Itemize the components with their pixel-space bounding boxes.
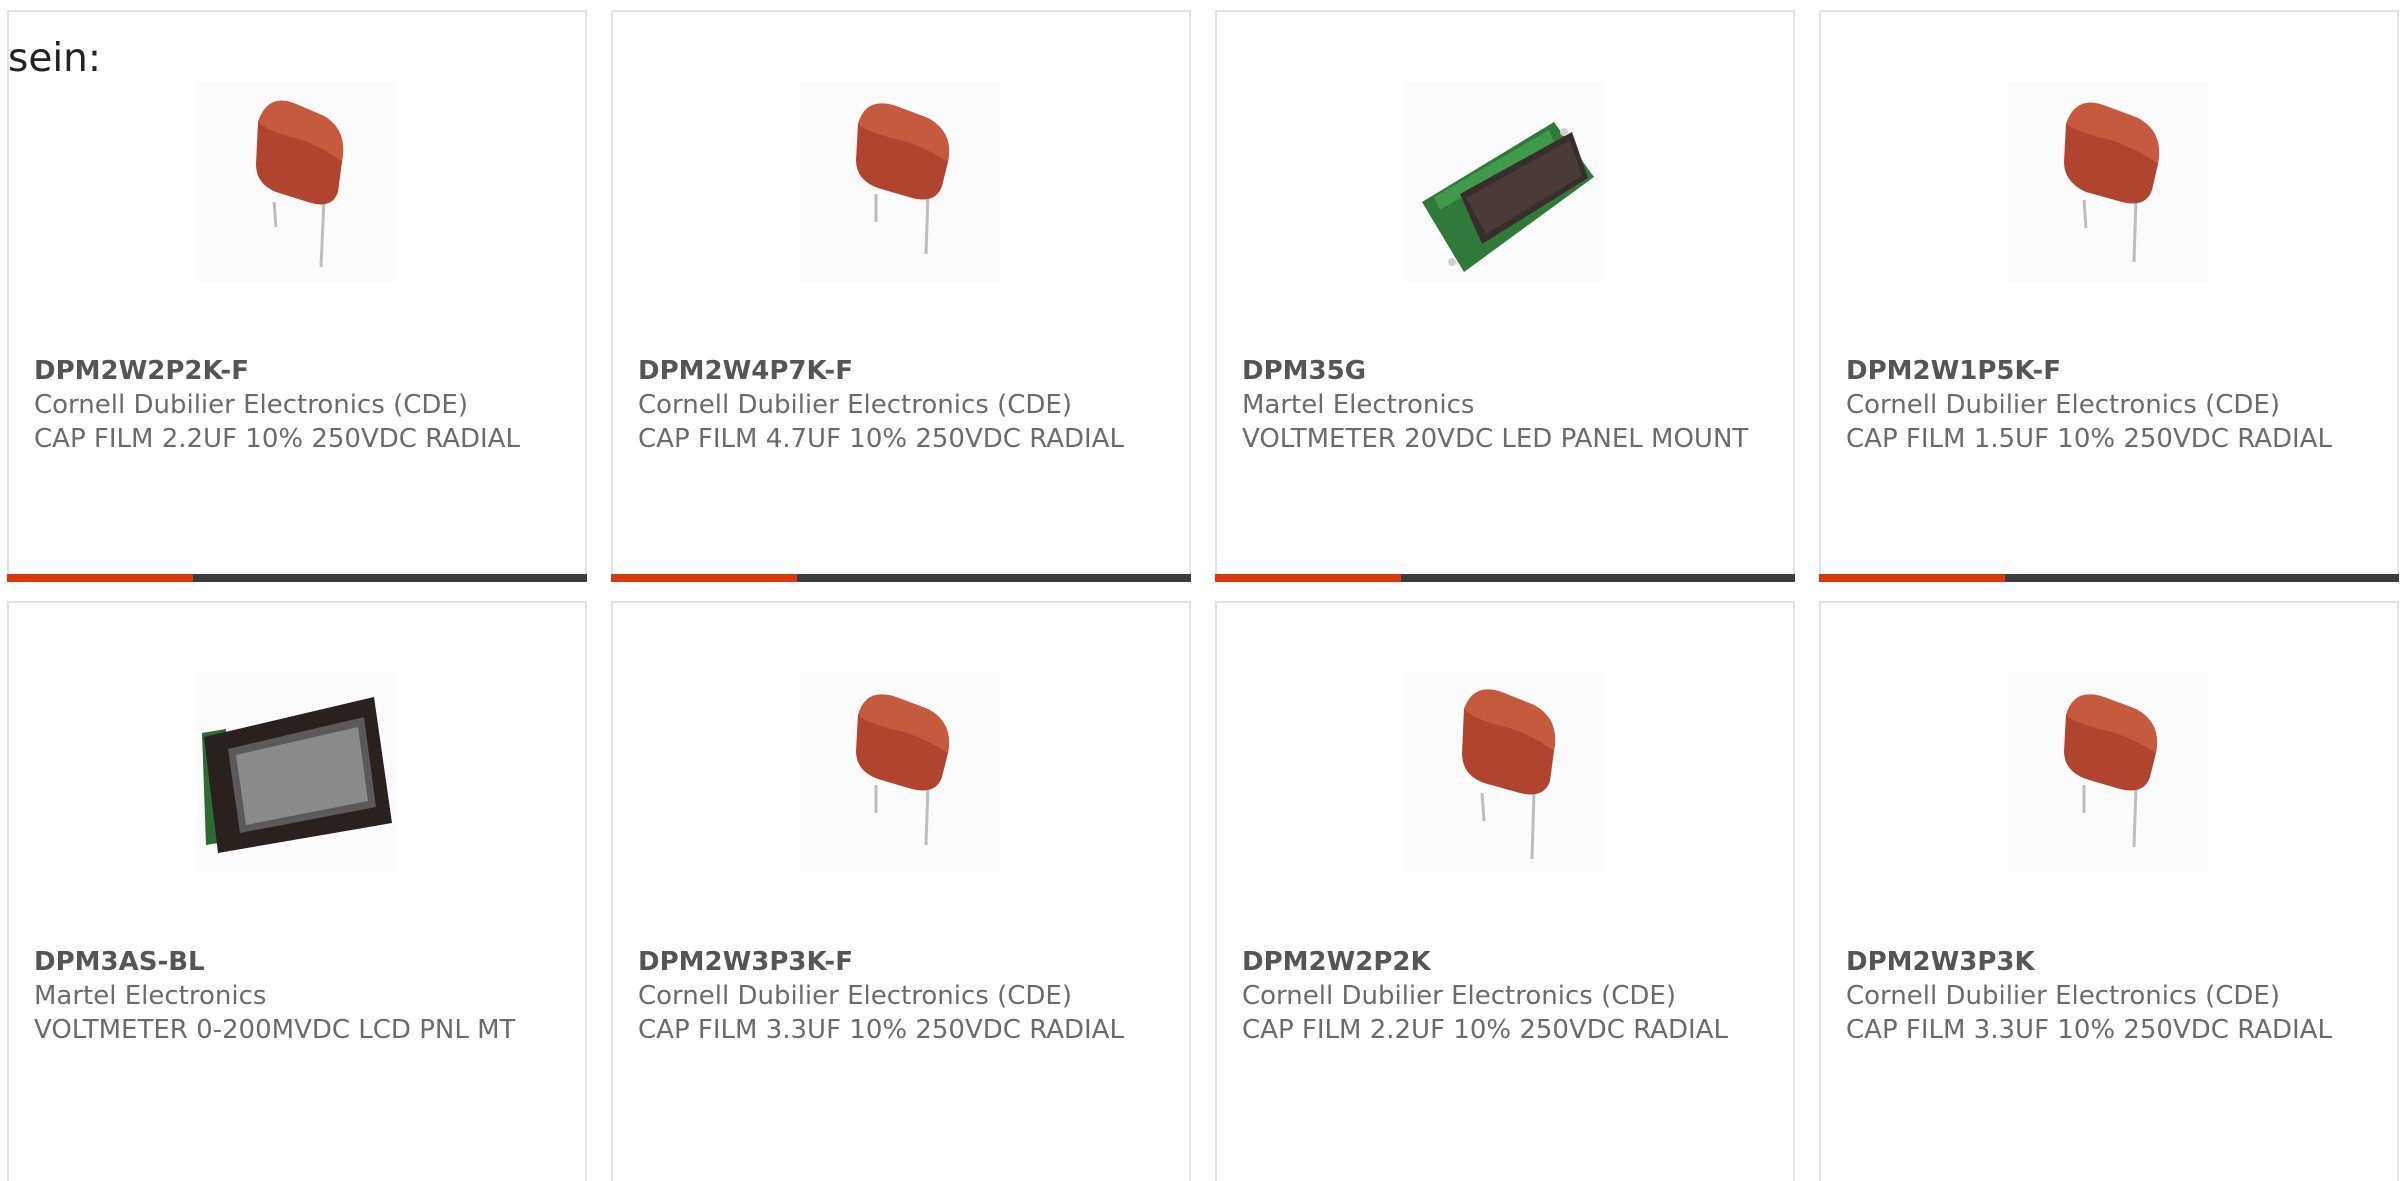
description: CAP FILM 2.2UF 10% 250VDC RADIAL <box>1242 1015 1728 1045</box>
manufacturer: Cornell Dubilier Electronics (CDE) <box>34 390 468 420</box>
part-number[interactable]: DPM2W1P5K-F <box>1846 354 2377 388</box>
part-number[interactable]: DPM2W3P3K-F <box>638 945 1169 979</box>
product-image[interactable] <box>2008 82 2208 282</box>
product-card[interactable]: DPM3AS-BL Martel Electronics VOLTMETER 0… <box>7 601 587 1181</box>
product-info: DPM2W3P3K-F Cornell Dubilier Electronics… <box>638 945 1169 1047</box>
part-number[interactable]: DPM2W2P2K <box>1242 945 1773 979</box>
description: VOLTMETER 20VDC LED PANEL MOUNT <box>1242 424 1749 454</box>
lcd-panel-meter-icon <box>202 697 392 853</box>
product-image[interactable] <box>800 673 1000 873</box>
product-info: DPM2W4P7K-F Cornell Dubilier Electronics… <box>638 354 1169 456</box>
film-capacitor-icon <box>856 694 950 846</box>
film-capacitor-icon <box>2064 102 2160 263</box>
description: CAP FILM 2.2UF 10% 250VDC RADIAL <box>34 424 520 454</box>
product-card[interactable]: DPM35G Martel Electronics VOLTMETER 20VD… <box>1215 10 1795 582</box>
description: CAP FILM 3.3UF 10% 250VDC RADIAL <box>1846 1015 2332 1045</box>
product-card[interactable]: DPM2W3P3K-F Cornell Dubilier Electronics… <box>611 601 1191 1181</box>
description: VOLTMETER 0-200MVDC LCD PNL MT <box>34 1015 516 1045</box>
product-image[interactable] <box>196 673 396 873</box>
product-info: DPM3AS-BL Martel Electronics VOLTMETER 0… <box>34 945 565 1047</box>
product-card[interactable]: DPM2W1P5K-F Cornell Dubilier Electronics… <box>1819 10 2399 582</box>
manufacturer: Martel Electronics <box>1242 390 1475 420</box>
description: CAP FILM 4.7UF 10% 250VDC RADIAL <box>638 424 1124 454</box>
accent-bar <box>1215 574 1795 582</box>
product-info: DPM2W3P3K Cornell Dubilier Electronics (… <box>1846 945 2377 1047</box>
product-card[interactable]: DPM2W4P7K-F Cornell Dubilier Electronics… <box>611 10 1191 582</box>
accent-bar <box>1819 574 2399 582</box>
product-card[interactable]: DPM2W2P2K-F Cornell Dubilier Electronics… <box>7 10 587 582</box>
product-image[interactable] <box>1404 673 1604 873</box>
manufacturer: Cornell Dubilier Electronics (CDE) <box>1846 390 2280 420</box>
manufacturer: Cornell Dubilier Electronics (CDE) <box>1242 981 1676 1011</box>
product-info: DPM35G Martel Electronics VOLTMETER 20VD… <box>1242 354 1773 456</box>
accent-bar-fill <box>1819 574 2005 582</box>
product-grid: DPM2W2P2K-F Cornell Dubilier Electronics… <box>0 0 2400 1181</box>
part-number[interactable]: DPM35G <box>1242 354 1773 388</box>
product-card[interactable]: DPM2W3P3K Cornell Dubilier Electronics (… <box>1819 601 2399 1181</box>
part-number[interactable]: DPM2W4P7K-F <box>638 354 1169 388</box>
product-image[interactable] <box>2008 673 2208 873</box>
intro-text: sein: <box>8 36 102 81</box>
product-image[interactable] <box>1404 82 1604 282</box>
led-voltmeter-icon <box>1422 122 1594 272</box>
accent-bar-fill <box>7 574 193 582</box>
product-info: DPM2W1P5K-F Cornell Dubilier Electronics… <box>1846 354 2377 456</box>
film-capacitor-icon <box>2064 694 2158 848</box>
product-image[interactable] <box>196 82 396 282</box>
part-number[interactable]: DPM3AS-BL <box>34 945 565 979</box>
accent-bar-fill <box>1215 574 1401 582</box>
description: CAP FILM 3.3UF 10% 250VDC RADIAL <box>638 1015 1124 1045</box>
film-capacitor-icon <box>1462 689 1556 860</box>
manufacturer: Martel Electronics <box>34 981 267 1011</box>
product-info: DPM2W2P2K Cornell Dubilier Electronics (… <box>1242 945 1773 1047</box>
manufacturer: Cornell Dubilier Electronics (CDE) <box>1846 981 2280 1011</box>
part-number[interactable]: DPM2W3P3K <box>1846 945 2377 979</box>
manufacturer: Cornell Dubilier Electronics (CDE) <box>638 981 1072 1011</box>
product-card[interactable]: DPM2W2P2K Cornell Dubilier Electronics (… <box>1215 601 1795 1181</box>
accent-bar <box>7 574 587 582</box>
manufacturer: Cornell Dubilier Electronics (CDE) <box>638 390 1072 420</box>
film-capacitor-icon <box>856 103 950 255</box>
description: CAP FILM 1.5UF 10% 250VDC RADIAL <box>1846 424 2332 454</box>
film-capacitor-icon <box>256 100 344 268</box>
accent-bar-fill <box>611 574 797 582</box>
part-number[interactable]: DPM2W2P2K-F <box>34 354 565 388</box>
product-image[interactable] <box>800 82 1000 282</box>
product-info: DPM2W2P2K-F Cornell Dubilier Electronics… <box>34 354 565 456</box>
accent-bar <box>611 574 1191 582</box>
